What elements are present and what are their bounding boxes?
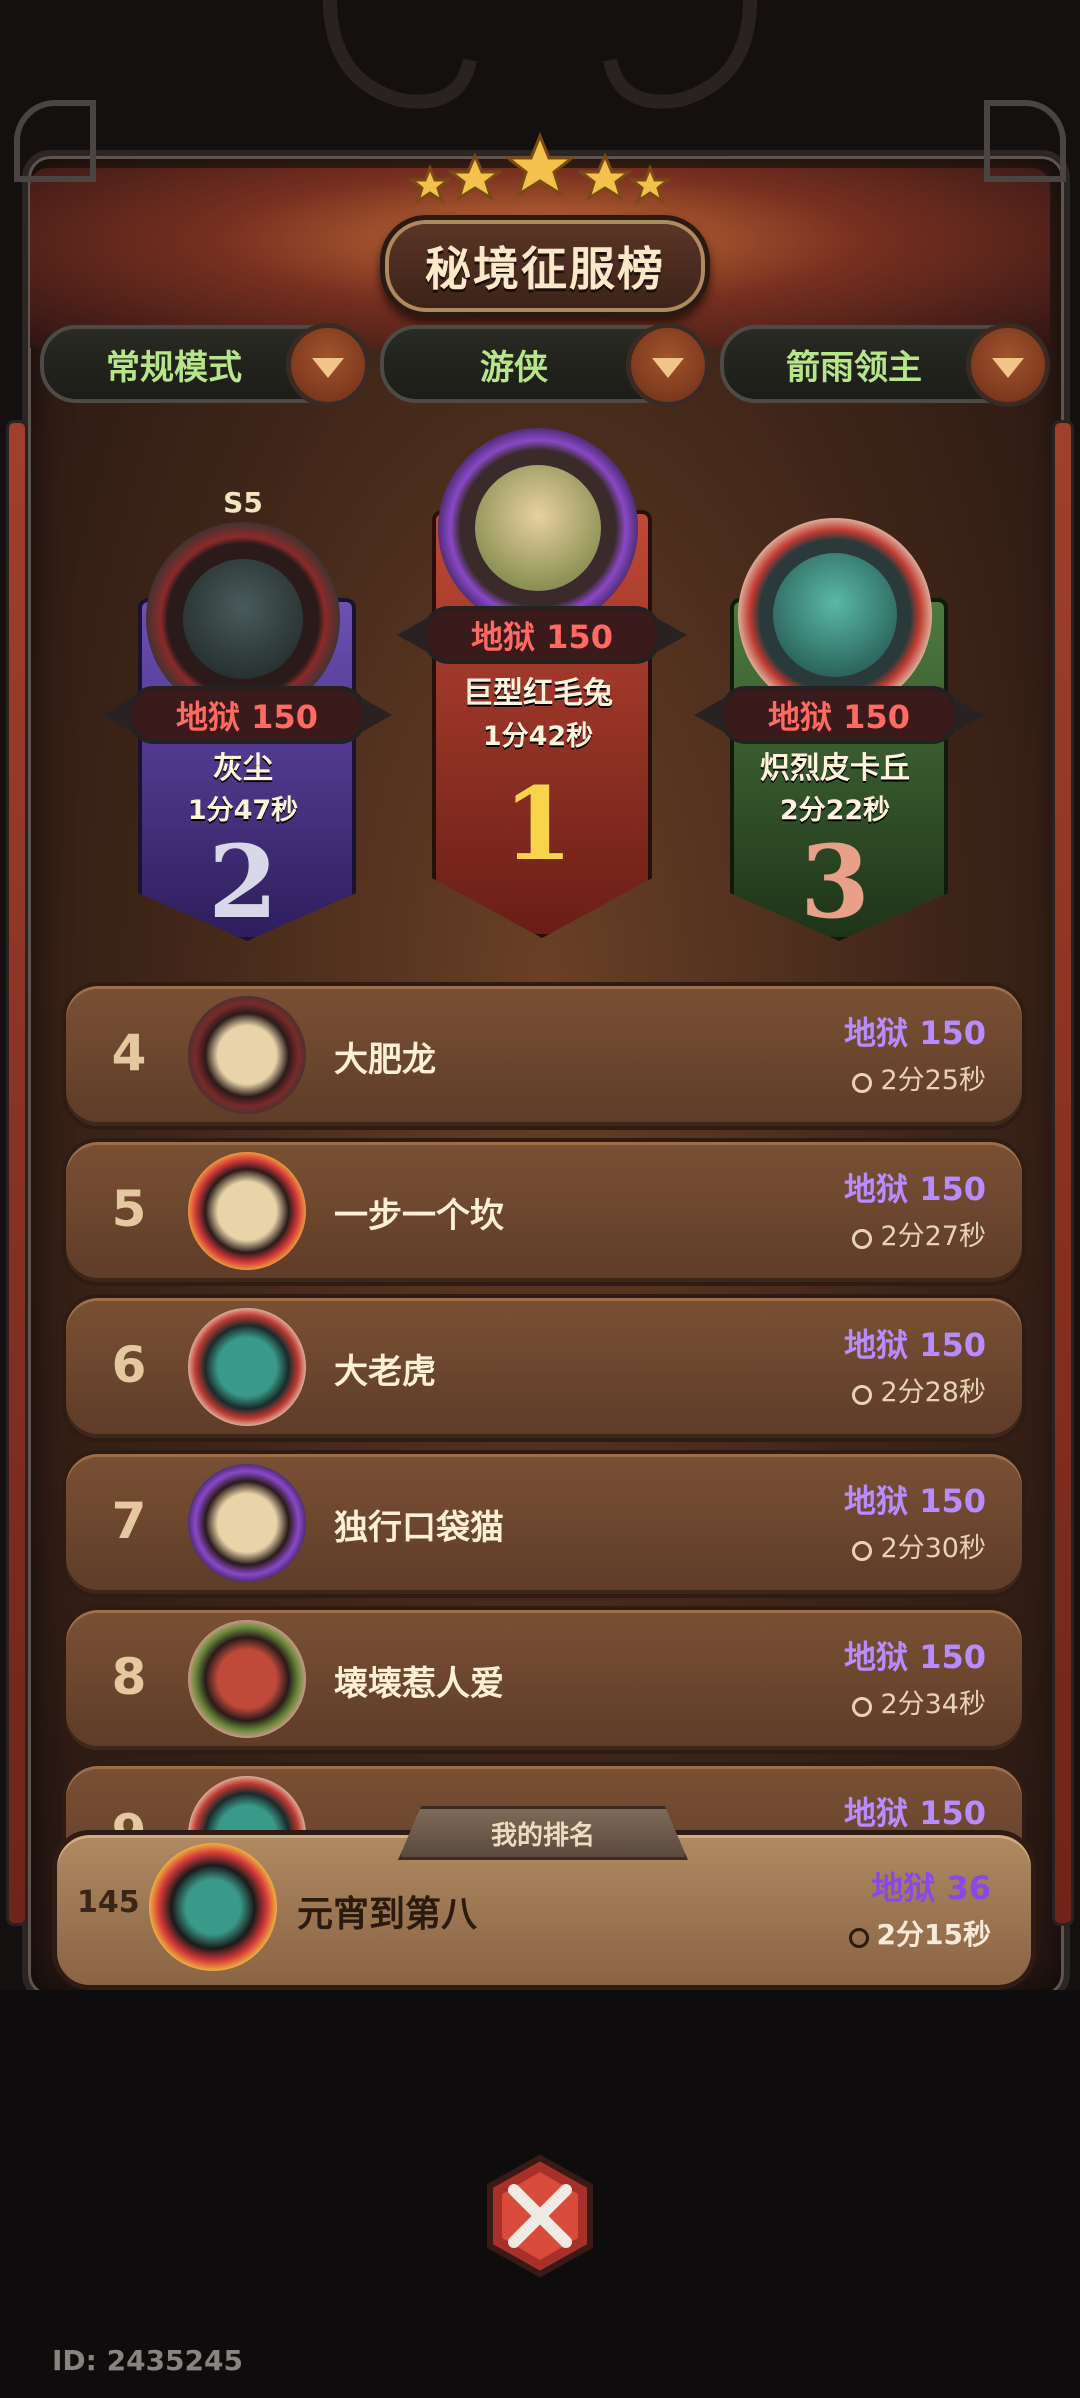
avatar <box>149 1843 277 1971</box>
clear-time: 2分22秒 <box>779 795 891 826</box>
my-player-name: 元宵到第八 <box>297 1894 478 1935</box>
avatar <box>438 428 638 628</box>
player-name: 独行口袋猫 <box>334 1508 504 1548</box>
avatar <box>738 518 932 712</box>
clear-time: 1分47秒 <box>187 795 299 826</box>
level-badge: 地狱 150 <box>694 686 984 744</box>
leaderboard-row[interactable]: 8 壊壊惹人爱 地狱 150 2分34秒 <box>62 1606 1026 1754</box>
my-level-label: 地狱 36 <box>871 1869 991 1907</box>
level-label: 地狱 150 <box>844 1014 986 1052</box>
star-icon <box>503 132 577 198</box>
player-name: 灰尘 <box>213 751 273 786</box>
corner-ornament-left <box>14 100 96 182</box>
right-rail <box>1052 420 1074 1926</box>
row-rank: 5 <box>111 1180 147 1238</box>
page-title: 秘境征服榜 <box>380 215 710 317</box>
clock-icon <box>852 1073 873 1093</box>
star-icon <box>407 164 453 205</box>
dropdown-arrow-icon[interactable] <box>626 323 710 407</box>
rank-number: 1 <box>503 765 573 883</box>
player-name: 大老虎 <box>334 1352 436 1392</box>
dropdown-arrow-icon[interactable] <box>286 323 370 407</box>
clear-time: 2分34秒 <box>852 1682 986 1721</box>
leaderboard-row[interactable]: 7 独行口袋猫 地狱 150 2分30秒 <box>62 1450 1026 1598</box>
star-icon <box>576 152 634 202</box>
season-badge: S5 <box>223 486 263 519</box>
level-badge: 地狱 150 <box>102 686 392 744</box>
mode-filter-dropdown[interactable]: 常规模式 <box>40 323 370 407</box>
time-value: 2分34秒 <box>880 1689 986 1720</box>
clear-time: 2分27秒 <box>852 1214 986 1253</box>
time-value: 2分15秒 <box>876 1918 991 1951</box>
avatar <box>188 1152 306 1270</box>
avatar <box>188 996 306 1114</box>
class-filter-dropdown[interactable]: 游侠 <box>380 323 710 407</box>
clock-icon <box>852 1385 873 1405</box>
left-rail <box>6 420 28 1926</box>
player-name: 炽烈皮卡丘 <box>760 751 910 786</box>
clock-icon <box>852 1229 873 1249</box>
rank-number: 2 <box>208 823 278 941</box>
dropdown-arrow-icon[interactable] <box>966 323 1050 407</box>
player-id: ID: 2435245 <box>52 2344 243 2377</box>
avatar <box>188 1308 306 1426</box>
my-rank-tag: 我的排名 <box>398 1806 688 1860</box>
leaderboard-row[interactable]: 4 大肥龙 地狱 150 2分25秒 <box>62 982 1026 1130</box>
player-name: 大肥龙 <box>334 1040 436 1080</box>
level-label: 地狱 150 <box>844 1794 986 1832</box>
star-icon <box>627 164 673 205</box>
my-clear-time: 2分15秒 <box>848 1913 991 1953</box>
skill-filter-dropdown[interactable]: 箭雨领主 <box>720 323 1050 407</box>
time-value: 2分25秒 <box>880 1065 986 1096</box>
level-badge: 地狱 150 <box>397 606 687 664</box>
level-label: 地狱 150 <box>844 1482 986 1520</box>
time-value: 2分28秒 <box>880 1377 986 1408</box>
clear-time: 2分28秒 <box>852 1370 986 1409</box>
row-rank: 6 <box>111 1336 147 1394</box>
close-x-icon[interactable] <box>478 2154 602 2278</box>
clear-time: 1分42秒 <box>482 721 594 752</box>
row-rank: 8 <box>111 1648 147 1706</box>
leaderboard-row[interactable]: 5 一步一个坎 地狱 150 2分27秒 <box>62 1138 1026 1286</box>
clock-icon <box>852 1541 873 1561</box>
clear-time: 2分25秒 <box>852 1058 986 1097</box>
row-rank: 7 <box>111 1492 147 1550</box>
level-label: 地狱 150 <box>844 1326 986 1364</box>
rating-stars <box>407 132 673 205</box>
podium-first[interactable]: 巨型红毛兔 1分42秒 1 <box>432 410 652 938</box>
leaderboard-row[interactable]: 6 大老虎 地狱 150 2分28秒 <box>62 1294 1026 1442</box>
player-name: 巨型红毛兔 <box>463 676 613 711</box>
time-value: 2分30秒 <box>880 1533 986 1564</box>
time-value: 2分27秒 <box>880 1221 986 1252</box>
my-rank-number: 145 <box>77 1885 140 1920</box>
avatar <box>188 1620 306 1738</box>
player-name: 壊壊惹人爱 <box>334 1664 504 1704</box>
clock-icon <box>848 1928 869 1948</box>
level-label: 地狱 150 <box>844 1638 986 1676</box>
avatar <box>188 1464 306 1582</box>
clock-icon <box>852 1697 873 1717</box>
player-name: 一步一个坎 <box>334 1196 504 1236</box>
row-rank: 4 <box>111 1024 147 1082</box>
level-label: 地狱 150 <box>844 1170 986 1208</box>
rank-number: 3 <box>800 823 870 941</box>
clear-time: 2分30秒 <box>852 1526 986 1565</box>
star-icon <box>446 152 504 202</box>
corner-ornament-right <box>984 100 1066 182</box>
